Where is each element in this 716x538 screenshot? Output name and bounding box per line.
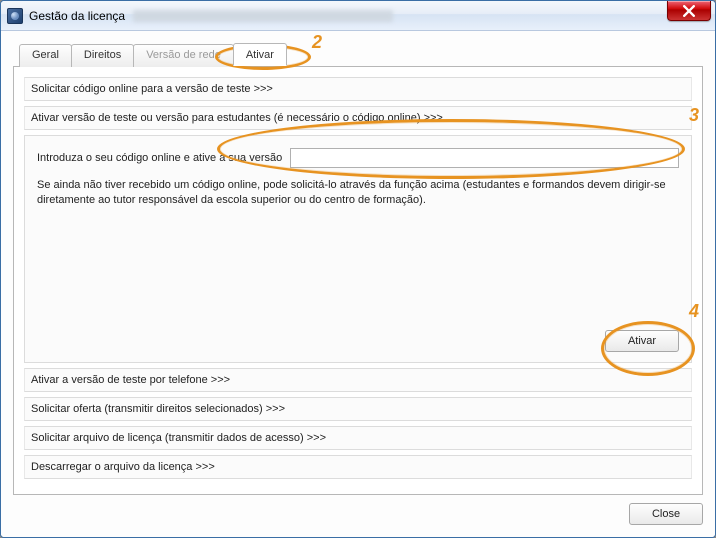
tab-ativar[interactable]: Ativar	[233, 43, 287, 66]
link-request-license-file[interactable]: Solicitar arquivo de licença (transmitir…	[24, 426, 692, 450]
link-download-license-file[interactable]: Descarregar o arquivo da licença >>>	[24, 455, 692, 479]
activate-button[interactable]: Ativar	[605, 330, 679, 352]
license-management-window: Gestão da licença Geral Direitos Versão …	[0, 0, 716, 538]
titlebar: Gestão da licença	[1, 1, 715, 31]
title-blurred-suffix	[133, 10, 393, 22]
tab-geral[interactable]: Geral	[19, 44, 72, 67]
tab-versao-rede[interactable]: Versão de rede	[133, 44, 234, 67]
close-icon	[683, 5, 695, 17]
activate-button-row: Ativar	[37, 330, 679, 352]
link-activate-trial-student[interactable]: Ativar versão de teste ou versão para es…	[24, 106, 692, 130]
tab-panel-ativar: Solicitar código online para a versão de…	[13, 66, 703, 495]
window-close-button[interactable]	[667, 1, 711, 21]
link-request-online-code[interactable]: Solicitar código online para a versão de…	[24, 77, 692, 101]
online-code-input[interactable]	[290, 148, 679, 168]
client-area: Geral Direitos Versão de rede Ativar Sol…	[1, 31, 715, 537]
activation-hint: Se ainda não tiver recebido um código on…	[37, 178, 679, 208]
code-field-label: Introduza o seu código online e ative a …	[37, 152, 282, 164]
link-request-offer[interactable]: Solicitar oferta (transmitir direitos se…	[24, 397, 692, 421]
window-title: Gestão da licença	[29, 9, 125, 23]
tab-direitos[interactable]: Direitos	[71, 44, 134, 67]
activation-block: Introduza o seu código online e ative a …	[24, 135, 692, 363]
link-activate-by-phone[interactable]: Ativar a versão de teste por telefone >>…	[24, 368, 692, 392]
dialog-button-bar: Close	[13, 495, 703, 525]
close-button[interactable]: Close	[629, 503, 703, 525]
app-icon	[7, 8, 23, 24]
code-field-row: Introduza o seu código online e ative a …	[37, 148, 679, 168]
spacer	[37, 208, 679, 328]
tab-row: Geral Direitos Versão de rede Ativar	[13, 43, 703, 66]
